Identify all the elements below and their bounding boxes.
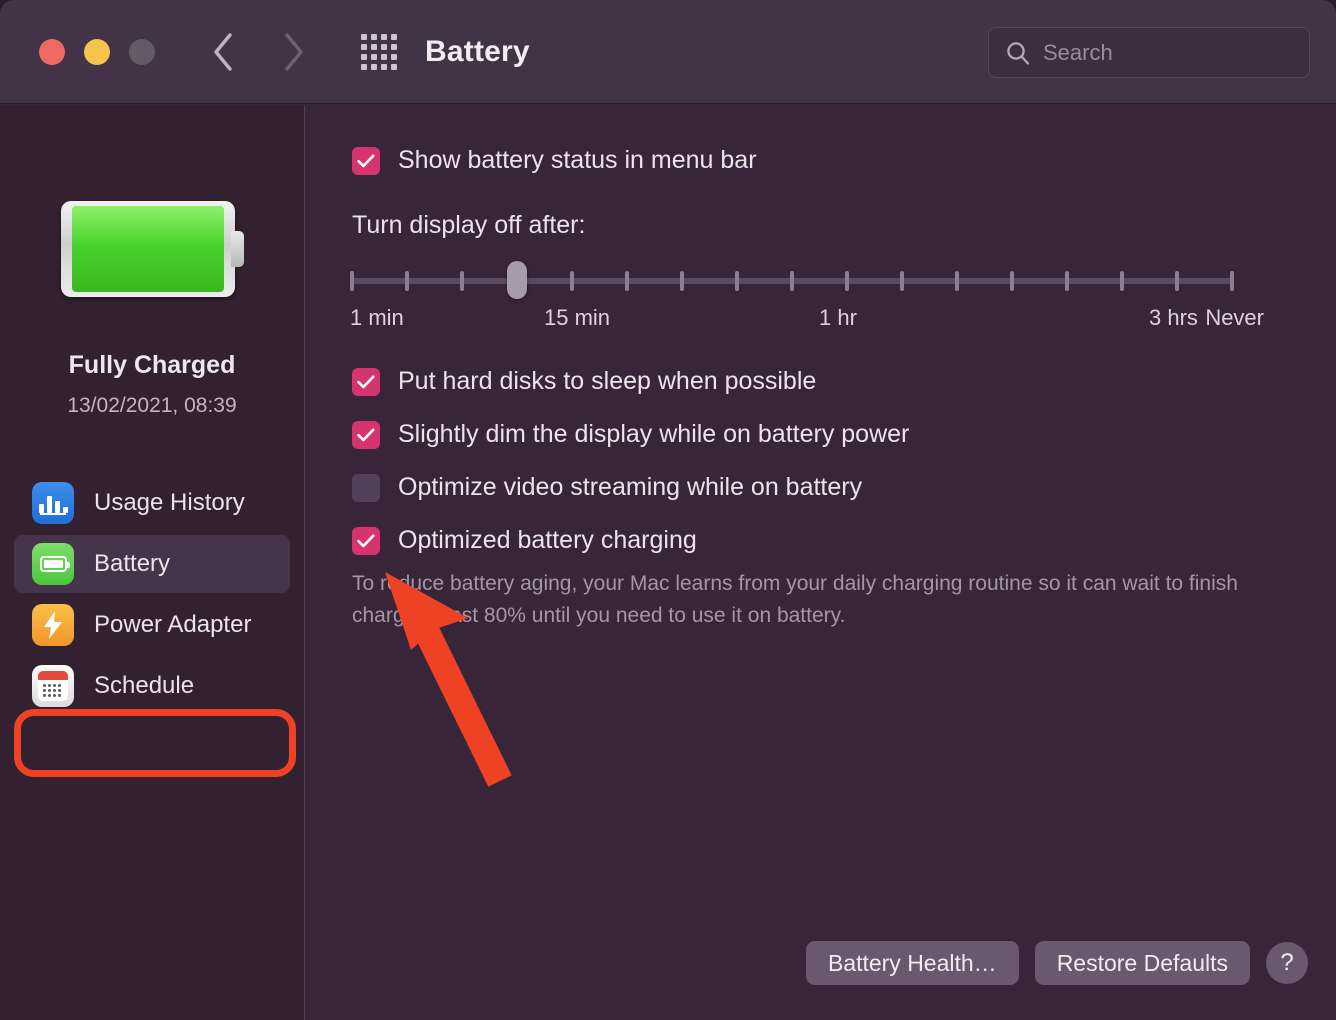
slightly-dim-display-row[interactable]: Slightly dim the display while on batter… (352, 420, 909, 449)
show-battery-status-checkbox[interactable] (352, 146, 380, 175)
sidebar-item-usage-history[interactable]: Usage History (14, 474, 290, 532)
slider-tick (790, 271, 794, 291)
slider-tick (460, 271, 464, 291)
slider-tick (735, 271, 739, 291)
minimize-window-button[interactable] (84, 38, 110, 65)
checkmark-icon (357, 427, 375, 441)
chevron-right-icon (285, 32, 303, 71)
sidebar-item-power-adapter[interactable]: Power Adapter (14, 596, 290, 654)
checkmark-icon (357, 533, 375, 547)
show-battery-status-label: Show battery status in menu bar (398, 146, 757, 174)
battery-status-title: Fully Charged (68, 351, 236, 379)
power-adapter-icon (32, 604, 74, 646)
slightly-dim-display-checkbox[interactable] (352, 420, 380, 449)
optimize-video-streaming-label: Optimize video streaming while on batter… (398, 473, 863, 501)
optimized-battery-charging-checkbox[interactable] (352, 526, 380, 555)
battery-health-button[interactable]: Battery Health… (805, 941, 1019, 985)
sidebar-item-label: Power Adapter (94, 611, 252, 638)
checkmark-icon (357, 153, 375, 167)
usage-history-icon (32, 482, 74, 524)
slider-tick (845, 271, 849, 291)
slider-tick (1065, 271, 1069, 291)
slider-tick (1010, 271, 1014, 291)
sidebar-item-label: Battery (94, 550, 171, 577)
help-button[interactable]: ? (1266, 942, 1308, 984)
sidebar-item-schedule[interactable]: Schedule (14, 657, 290, 715)
put-hard-disks-to-sleep-checkbox[interactable] (352, 367, 380, 396)
slider-tick (1175, 271, 1179, 291)
slider-tick (900, 271, 904, 291)
sidebar-item-label: Usage History (94, 489, 245, 516)
put-hard-disks-to-sleep-label: Put hard disks to sleep when possible (398, 367, 817, 395)
restore-defaults-button[interactable]: Restore Defaults (1034, 941, 1250, 985)
battery-status-timestamp: 13/02/2021, 08:39 (67, 394, 237, 417)
slider-tick (570, 271, 574, 291)
turn-display-off-label: Turn display off after: (352, 211, 586, 239)
slider-tick (405, 271, 409, 291)
sidebar-nav-list: Usage History Battery Power Adapter Sche… (0, 474, 304, 715)
maximize-window-button[interactable] (129, 38, 155, 65)
title-bar: Battery (0, 0, 1336, 104)
show-battery-status-row[interactable]: Show battery status in menu bar (352, 146, 757, 175)
checkmark-icon (357, 374, 375, 388)
full-battery-illustration (61, 201, 244, 297)
slider-tick (955, 271, 959, 291)
schedule-calendar-icon (32, 665, 74, 707)
footer-buttons: Battery Health… Restore Defaults ? (306, 941, 1308, 985)
put-hard-disks-to-sleep-row[interactable]: Put hard disks to sleep when possible (352, 367, 909, 396)
slider-tick-label: 15 min (544, 305, 611, 330)
battery-options-list: Put hard disks to sleep when possible Sli… (352, 367, 909, 579)
optimize-video-streaming-row[interactable]: Optimize video streaming while on batter… (352, 473, 909, 502)
show-all-grid-icon[interactable] (361, 33, 397, 70)
turn-display-off-slider[interactable]: 1 min 15 min 1 hr 3 hrs Never (350, 261, 1264, 335)
slider-tick (625, 271, 629, 291)
forward-button[interactable] (271, 22, 315, 82)
slider-tick (1230, 271, 1234, 291)
back-button[interactable] (201, 22, 245, 82)
battery-icon (32, 543, 74, 585)
slider-tick-label: 1 hr (819, 305, 857, 330)
close-window-button[interactable] (39, 38, 65, 65)
chevron-left-icon (214, 32, 232, 71)
slider-tick (1120, 271, 1124, 291)
sidebar: Fully Charged 13/02/2021, 08:39 Usage Hi… (0, 105, 305, 1020)
slider-tick-label: 3 hrs (1149, 305, 1198, 330)
sidebar-item-battery[interactable]: Battery (14, 535, 290, 593)
slider-tick-label: 1 min (350, 305, 404, 330)
annotation-highlight-ring (14, 709, 296, 777)
search-field[interactable] (988, 27, 1331, 78)
page-title: Battery (425, 34, 530, 68)
main-content: Show battery status in menu bar Turn dis… (306, 105, 1336, 1020)
optimized-battery-charging-row[interactable]: Optimized battery charging (352, 526, 909, 555)
system-preferences-window: Battery Fully Charged 13/02/2021, 08:39 (0, 0, 1336, 1020)
optimized-battery-charging-label: Optimized battery charging (398, 526, 697, 554)
slightly-dim-display-label: Slightly dim the display while on batter… (398, 420, 910, 448)
sidebar-item-label: Schedule (94, 672, 195, 699)
slider-tick (350, 271, 354, 291)
search-input[interactable] (1043, 39, 1331, 66)
slider-thumb[interactable] (507, 261, 527, 299)
optimize-video-streaming-checkbox[interactable] (352, 473, 380, 502)
optimized-charging-description: To reduce battery aging, your Mac learns… (352, 572, 1238, 627)
slider-tick-label: Never (1205, 305, 1264, 330)
search-icon (1007, 41, 1030, 65)
traffic-lights (39, 38, 155, 65)
slider-tick (680, 271, 684, 291)
